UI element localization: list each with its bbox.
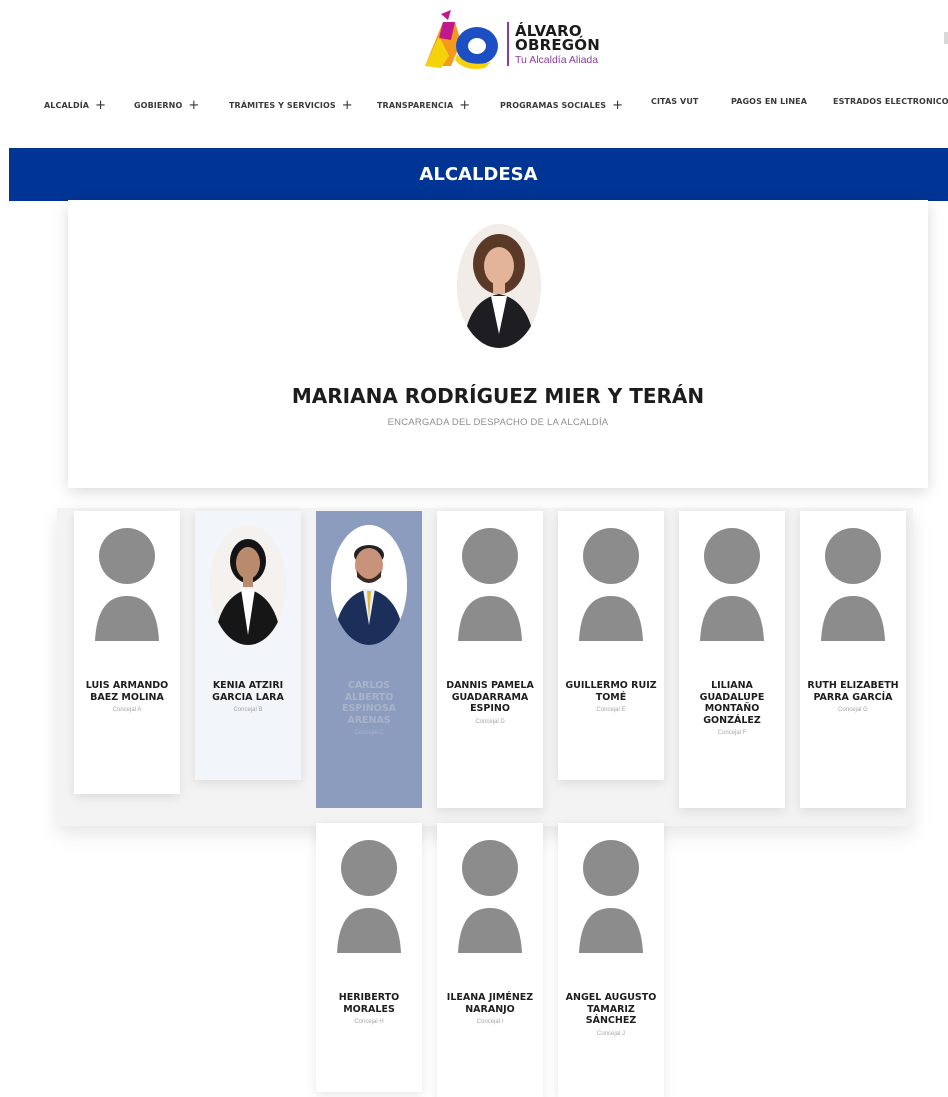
expand-plus-icon[interactable]: + xyxy=(342,98,353,113)
council-member-name: ILEANA JIMÉNEZ NARANJO Concejal I xyxy=(443,992,537,1026)
council-member-role: Concejal G xyxy=(838,707,868,713)
featured-role: ENCARGADA DEL DESPACHO DE LA ALCALDÍA xyxy=(387,417,609,428)
council-member-name: CARLOS ALBERTO ESPINOSA ARENAS Concejal C xyxy=(322,680,416,737)
expand-plus-icon[interactable]: + xyxy=(612,98,623,113)
council-card[interactable]: ILEANA JIMÉNEZ NARANJO Concejal I xyxy=(437,823,543,1097)
council-member-name: RUTH ELIZABETH PARRA GARCÍA Concejal G xyxy=(807,680,899,713)
nav-item-alcaldia[interactable]: ALCALDÍA + xyxy=(44,97,106,113)
placeholder-avatar-icon xyxy=(700,528,764,641)
council-member-role: Concejal C xyxy=(354,730,384,736)
council-member-name: ANGEL AUGUSTO TAMARIZ SÁNCHEZ Concejal J xyxy=(565,992,657,1037)
alcaldia-logo-mark-icon xyxy=(425,10,498,69)
main-navigation: ALCALDÍA + GOBIERNO + TRÁMITES Y SERVICIOS… xyxy=(0,97,948,115)
nav-label: GOBIERNO xyxy=(134,101,183,110)
council-member-role: Concejal J xyxy=(596,1030,625,1037)
featured-official-card[interactable]: MARIANA RODRÍGUEZ MIER Y TERÁN ENCARGADA… xyxy=(68,200,928,488)
council-card[interactable]: KENIA ATZIRI GARCIA LARA Concejal B xyxy=(195,511,301,780)
logo-divider xyxy=(507,22,509,66)
council-member-role: Concejal I xyxy=(476,1019,504,1025)
expand-plus-icon[interactable]: + xyxy=(459,98,470,113)
man-portrait-photo xyxy=(331,525,407,645)
nav-label: PAGOS EN LINEA xyxy=(731,97,808,106)
council-member-name: LUIS ARMANDO BAEZ MOLINA Concejal A xyxy=(80,680,174,714)
nav-item-pagos[interactable]: PAGOS EN LINEA xyxy=(731,97,807,106)
council-member-role: Concejal A xyxy=(112,707,142,713)
nav-label: TRANSPARENCIA xyxy=(377,101,454,110)
council-card[interactable]: ANGEL AUGUSTO TAMARIZ SÁNCHEZ Concejal J xyxy=(558,823,664,1097)
placeholder-avatar-icon xyxy=(579,528,643,641)
logo-tagline: Tu Alcaldía Aliada xyxy=(515,54,599,66)
nav-label: TRÁMITES Y SERVICIOS xyxy=(229,101,336,110)
featured-name: MARIANA RODRÍGUEZ MIER Y TERÁN xyxy=(291,384,705,408)
council-member-role: Concejal H xyxy=(354,1019,384,1025)
council-card[interactable]: LILIANA GUADALUPE MONTAÑO GONZÁLEZ Concej… xyxy=(679,511,785,808)
nav-label: PROGRAMAS SOCIALES xyxy=(500,101,607,110)
nav-label: ESTRADOS ELECTRONICOS xyxy=(833,97,948,106)
expand-plus-icon[interactable]: + xyxy=(95,98,106,113)
council-member-role: Concejal D xyxy=(475,718,505,725)
nav-item-gobierno[interactable]: GOBIERNO + xyxy=(134,97,199,113)
nav-item-transparencia[interactable]: TRANSPARENCIA + xyxy=(377,97,470,113)
logo-wordmark: ÁLVARO OBREGÓN Tu Alcaldía Aliada xyxy=(515,24,600,67)
nav-label: CITAS VUT xyxy=(651,97,699,106)
council-member-name: LILIANA GUADALUPE MONTAÑO GONZÁLEZ Concej… xyxy=(685,680,779,737)
placeholder-avatar-icon xyxy=(821,528,885,641)
council-card[interactable]: LUIS ARMANDO BAEZ MOLINA Concejal A xyxy=(74,511,180,794)
council-card[interactable]: GUILLERMO RUIZ TOMÉ Concejal E xyxy=(558,511,664,780)
nav-item-programas[interactable]: PROGRAMAS SOCIALES + xyxy=(500,97,623,113)
council-member-name: KENIA ATZIRI GARCIA LARA Concejal B xyxy=(201,680,295,714)
nav-item-tramites[interactable]: TRÁMITES Y SERVICIOS + xyxy=(229,97,353,113)
woman-portrait-photo xyxy=(210,525,286,645)
section-banner: ALCALDESA xyxy=(9,148,948,201)
placeholder-avatar-icon xyxy=(458,528,522,641)
logo-name-line2: OBREGÓN xyxy=(515,36,600,54)
council-card[interactable]: HERIBERTO MORALES Concejal H xyxy=(316,823,422,1092)
council-member-role: Concejal F xyxy=(717,730,747,736)
council-card[interactable]: RUTH ELIZABETH PARRA GARCÍA Concejal G xyxy=(800,511,906,808)
council-member-role: Concejal B xyxy=(233,707,263,713)
council-card[interactable]: CARLOS ALBERTO ESPINOSA ARENAS Concejal C xyxy=(316,511,422,808)
expand-plus-icon[interactable]: + xyxy=(188,98,199,113)
nav-label: ALCALDÍA xyxy=(44,101,90,110)
council-member-name: HERIBERTO MORALES Concejal H xyxy=(322,992,416,1026)
woman-portrait-photo xyxy=(457,224,541,348)
nav-item-citas[interactable]: CITAS VUT xyxy=(651,97,698,106)
council-member-role: Concejal E xyxy=(596,707,626,713)
placeholder-avatar-icon xyxy=(579,840,643,953)
menu-edge-icon[interactable] xyxy=(944,32,948,44)
placeholder-avatar-icon xyxy=(458,840,522,953)
placeholder-avatar-icon xyxy=(95,528,159,641)
council-card[interactable]: DANNIS PAMELA GUADARRAMA ESPINO Concejal … xyxy=(437,511,543,808)
council-member-name: DANNIS PAMELA GUADARRAMA ESPINO Concejal … xyxy=(443,680,537,726)
alcaldia-logo[interactable]: ÁLVARO OBREGÓN Tu Alcaldía Aliada xyxy=(421,8,611,72)
council-member-name: GUILLERMO RUIZ TOMÉ Concejal E xyxy=(565,680,657,713)
placeholder-avatar-icon xyxy=(337,840,401,953)
nav-item-estrados[interactable]: ESTRADOS ELECTRONICOS xyxy=(833,97,948,106)
